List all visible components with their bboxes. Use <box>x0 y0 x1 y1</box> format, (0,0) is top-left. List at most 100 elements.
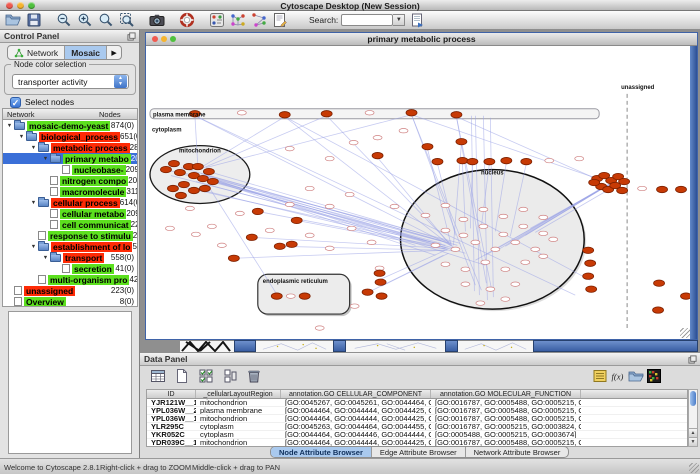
table-cell[interactable]: [GO:0016787, GO:0005488, GO:0005215, G..… <box>431 407 581 414</box>
scroll-down-button[interactable]: ▼ <box>689 437 697 446</box>
search-dropdown-button[interactable]: ▼ <box>393 14 405 26</box>
table-scrollbar[interactable]: ▲ ▼ <box>688 389 698 447</box>
tree-row[interactable]: cell communicat22(0) <box>3 219 137 230</box>
scrollbar-thumb[interactable] <box>690 391 696 406</box>
tree-row[interactable]: cellular metabo209(0) <box>3 208 137 219</box>
float-panel-icon[interactable] <box>127 32 136 41</box>
matrix-icon[interactable] <box>646 368 662 384</box>
background-window-fragment[interactable] <box>346 340 445 352</box>
minimized-window-titlebar[interactable] <box>333 340 346 352</box>
layout-grid-icon[interactable] <box>230 12 246 28</box>
table-cell[interactable]: YJR121W__1 <box>147 399 196 406</box>
zoom-actual-icon[interactable] <box>98 12 114 28</box>
frame-resize-grip[interactable] <box>680 328 690 338</box>
attributes-list-icon[interactable] <box>592 368 608 384</box>
table-cell[interactable]: YPL036W__2 <box>147 407 196 414</box>
expand-arrow-icon[interactable]: ▼ <box>29 200 38 206</box>
table-cell[interactable]: cytoplasm <box>196 423 281 430</box>
tabs-overflow-arrow[interactable]: ▶ <box>107 46 121 59</box>
search-input[interactable] <box>341 14 393 26</box>
new-page-icon[interactable] <box>174 368 190 384</box>
minimized-window-titlebar[interactable] <box>445 340 458 352</box>
background-window-fragment[interactable] <box>458 340 533 352</box>
table-row[interactable]: YKR052Ccytoplasm[GO:0044464, GO:0044446,… <box>147 431 687 439</box>
minimized-window-titlebar[interactable] <box>533 340 698 352</box>
select-attributes-icon[interactable] <box>198 368 214 384</box>
tree-row[interactable]: multi-organism pro42(0) <box>3 274 137 285</box>
table-cell[interactable]: mitochondrion <box>196 415 281 422</box>
tab-mosaic[interactable]: Mosaic <box>65 46 107 59</box>
save-icon[interactable] <box>26 12 42 28</box>
network-frame-titlebar[interactable]: primary metabolic process <box>146 33 697 46</box>
help-icon[interactable] <box>179 12 195 28</box>
expand-arrow-icon[interactable]: ▼ <box>29 145 38 151</box>
tree-col-network[interactable]: Network <box>3 110 35 119</box>
table-row[interactable]: YPL036W__2plasma membrane[GO:0044464, GO… <box>147 407 687 415</box>
function-icon[interactable]: f(x) <box>610 368 626 384</box>
tree-row[interactable]: ▼biological_process651(0) <box>3 131 137 142</box>
zoom-in-icon[interactable] <box>77 12 93 28</box>
tree-row[interactable]: Overview8(0) <box>3 296 137 307</box>
column-header[interactable]: ID <box>147 390 196 398</box>
tree-row[interactable]: nucleobase-209(0) <box>3 164 137 175</box>
table-cell[interactable]: [GO:0005488, GO:0005215, GO:0003674] <box>431 431 581 438</box>
zoom-out-icon[interactable] <box>56 12 72 28</box>
delete-icon[interactable] <box>246 368 262 384</box>
window-resize-grip[interactable] <box>689 463 699 473</box>
background-window-fragment[interactable] <box>180 340 234 352</box>
layout-spring-icon[interactable] <box>251 12 267 28</box>
column-header[interactable]: _cellularLayoutRegion <box>196 390 281 398</box>
tree-row[interactable]: ▼establishment of lo558(0) <box>3 241 137 252</box>
table-cell[interactable]: [GO:0044464, GO:0044446, GO:0044444, G..… <box>281 431 431 438</box>
table-cell[interactable]: [GO:0016787, GO:0005215, GO:0003824, G..… <box>431 423 581 430</box>
table-cell[interactable]: cytoplasm <box>196 431 281 438</box>
tree-row[interactable]: ▼transport558(0) <box>3 252 137 263</box>
tab-network[interactable]: Network <box>8 46 65 59</box>
tree-row[interactable]: ▼cellular process614(0) <box>3 197 137 208</box>
zoom-fit-icon[interactable] <box>119 12 135 28</box>
node-color-dropdown[interactable]: transporter activity ▲▼ <box>12 74 129 89</box>
tab-network-attribute-browser[interactable]: Network Attribute Browser <box>466 447 569 457</box>
vizmapper-icon[interactable] <box>209 12 225 28</box>
background-window-fragment[interactable] <box>256 340 333 352</box>
table-cell[interactable]: YDR039C__1 <box>147 439 196 446</box>
table-row[interactable]: YJR121W__1mitochondrion[GO:0045267, GO:0… <box>147 399 687 407</box>
table-cell[interactable]: mitochondrion <box>196 439 281 446</box>
table-cell[interactable]: [GO:0045263, GO:0044464, GO:0044455, G..… <box>281 423 431 430</box>
import-attributes-icon[interactable] <box>628 368 644 384</box>
table-cell[interactable]: YLR295C <box>147 423 196 430</box>
annotation-icon[interactable] <box>272 12 288 28</box>
tree-row[interactable]: ▼metabolic process280(0) <box>3 142 137 153</box>
table-cell[interactable]: [GO:0044464, GO:0044444, GO:0044425, G..… <box>281 407 431 414</box>
tree-row[interactable]: response to stimulu264(0) <box>3 230 137 241</box>
column-header[interactable]: annotation.GO CELLULAR_COMPONENT <box>281 390 431 398</box>
table-row[interactable]: YLR295Ccytoplasm[GO:0045263, GO:0044464,… <box>147 423 687 431</box>
table-row[interactable]: YPL036W__1mitochondrion[GO:0044464, GO:0… <box>147 415 687 423</box>
open-icon[interactable] <box>5 12 21 28</box>
select-nodes-checkbox[interactable]: ✓ <box>10 97 21 108</box>
tab-node-attribute-browser[interactable]: Node Attribute Browser <box>271 447 372 457</box>
tree-row[interactable]: macromolecule311(0) <box>3 186 137 197</box>
network-canvas[interactable]: plasma membranecytoplasmmitochondrionnuc… <box>146 46 690 339</box>
table-cell[interactable]: [GO:0016787, GO:0005488, GO:0005215, G..… <box>431 399 581 406</box>
table-cell[interactable]: YPL036W__1 <box>147 415 196 422</box>
tab-edge-attribute-browser[interactable]: Edge Attribute Browser <box>372 447 466 457</box>
tree-col-nodes[interactable]: Nodes <box>99 110 137 119</box>
table-cell[interactable]: plasma membrane <box>196 407 281 414</box>
table-cell[interactable]: [GO:0044464, GO:0044444, GO:0044425, G..… <box>281 415 431 422</box>
expand-arrow-icon[interactable]: ▼ <box>41 255 50 261</box>
column-header[interactable]: annotation.GO MOLECULAR_FUNCTION <box>431 390 581 398</box>
table-cell[interactable]: mitochondrion <box>196 399 281 406</box>
unselect-attributes-icon[interactable] <box>222 368 238 384</box>
tree-row[interactable]: secretion41(0) <box>3 263 137 274</box>
expand-arrow-icon[interactable]: ▼ <box>5 123 14 129</box>
table-cell[interactable]: [GO:0045267, GO:0045261, GO:0044464, G..… <box>281 399 431 406</box>
float-panel-icon[interactable] <box>688 355 697 364</box>
tree-row[interactable]: ▼mosaic-demo-yeast874(0) <box>3 120 137 131</box>
scroll-up-button[interactable]: ▲ <box>689 428 697 437</box>
expand-arrow-icon[interactable]: ▼ <box>41 156 50 162</box>
table-cell[interactable]: [GO:0016787, GO:0005488, GO:0005215, G..… <box>431 415 581 422</box>
minimized-window-titlebar[interactable] <box>234 340 256 352</box>
table-icon[interactable] <box>150 368 166 384</box>
tree-row[interactable]: ▼primary metabo209(... <box>3 153 137 164</box>
